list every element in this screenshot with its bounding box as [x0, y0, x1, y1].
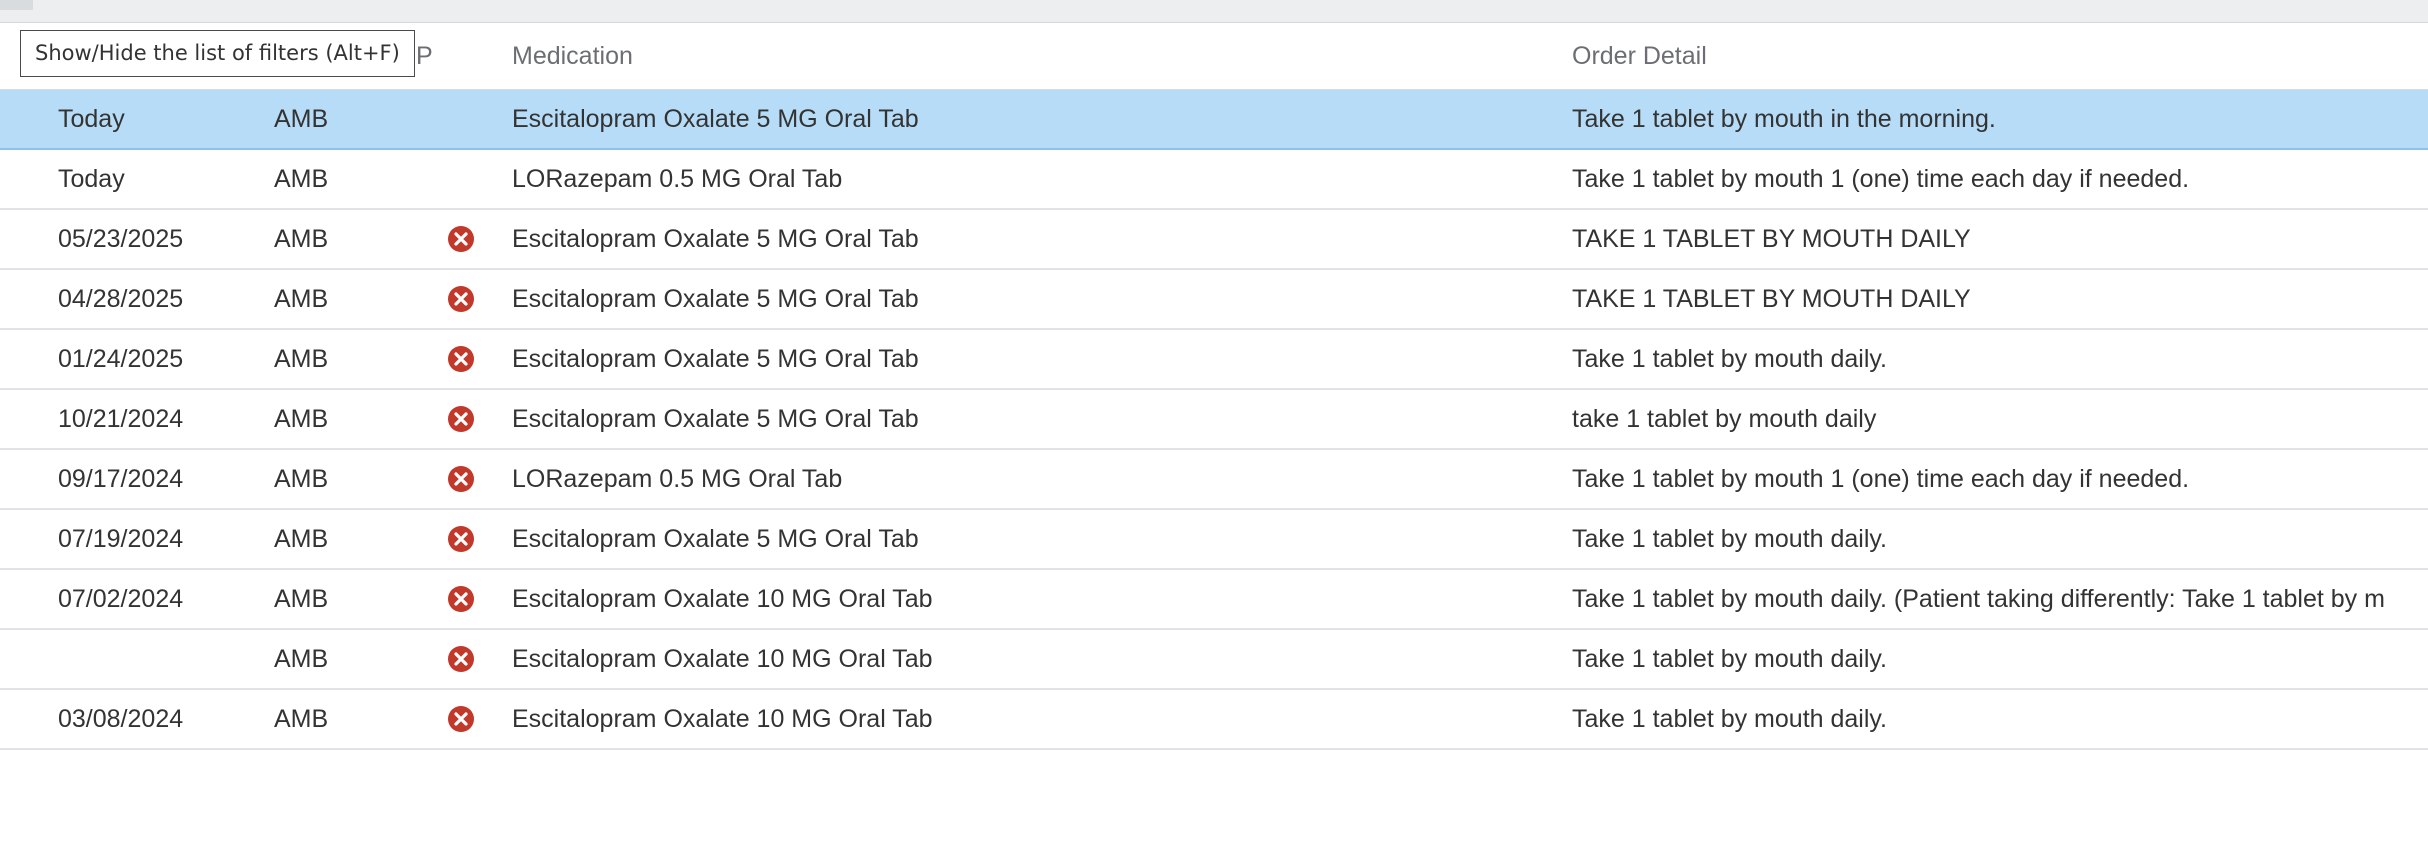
row-medication: LORazepam 0.5 MG Oral Tab	[512, 465, 843, 493]
table-row[interactable]: 09/17/2024 AMB LORazepam 0.5 MG Oral Tab Ta…	[0, 450, 2428, 510]
table-row[interactable]: 07/19/2024 AMB Escitalopram Oxalate 5 MG O…	[0, 510, 2428, 570]
row-order-type: AMB	[274, 525, 329, 553]
row-date: 03/08/2024	[58, 705, 184, 733]
row-medication: Escitalopram Oxalate 5 MG Oral Tab	[512, 345, 919, 373]
row-order-detail: Take 1 tablet by mouth daily.	[1572, 345, 1887, 373]
row-medication: Escitalopram Oxalate 5 MG Oral Tab	[512, 525, 919, 553]
row-date: 10/21/2024	[58, 405, 184, 433]
row-medication: Escitalopram Oxalate 10 MG Oral Tab	[512, 645, 933, 673]
row-date: 07/02/2024	[58, 585, 184, 613]
row-medication: Escitalopram Oxalate 5 MG Oral Tab	[512, 105, 919, 133]
row-order-type: AMB	[274, 165, 329, 193]
row-date: 01/24/2025	[58, 345, 184, 373]
column-header-p[interactable]: P	[416, 23, 433, 89]
row-order-type: AMB	[274, 105, 329, 133]
filters-tooltip: Show/Hide the list of filters (Alt+F)	[20, 30, 415, 77]
row-order-type: AMB	[274, 585, 329, 613]
row-order-detail: Take 1 tablet by mouth daily. (Patient t…	[1572, 585, 2385, 613]
toolbar-tab[interactable]	[0, 0, 33, 10]
row-date: Today	[58, 105, 125, 133]
row-order-type: AMB	[274, 285, 329, 313]
top-toolbar	[0, 0, 2428, 23]
row-date: 09/17/2024	[58, 465, 184, 493]
row-order-type: AMB	[274, 345, 329, 373]
row-medication: Escitalopram Oxalate 5 MG Oral Tab	[512, 285, 919, 313]
table-row[interactable]: Today AMB Escitalopram Oxalate 5 MG Oral T…	[0, 90, 2428, 150]
row-medication: Escitalopram Oxalate 10 MG Oral Tab	[512, 705, 933, 733]
row-order-detail: Take 1 tablet by mouth daily.	[1572, 645, 1887, 673]
table-row[interactable]: 03/08/2024 AMB Escitalopram Oxalate 10 MG …	[0, 690, 2428, 750]
row-order-type: AMB	[274, 705, 329, 733]
row-order-detail: take 1 tablet by mouth daily	[1572, 405, 1877, 433]
row-order-detail: Take 1 tablet by mouth 1 (one) time each…	[1572, 465, 2190, 493]
row-order-detail: Take 1 tablet by mouth daily.	[1572, 705, 1887, 733]
row-date: 04/28/2025	[58, 285, 184, 313]
row-order-type: AMB	[274, 465, 329, 493]
medication-table-body: Today AMB Escitalopram Oxalate 5 MG Oral T…	[0, 90, 2428, 750]
row-order-detail: Take 1 tablet by mouth in the morning.	[1572, 105, 1996, 133]
table-row[interactable]: 10/21/2024 AMB Escitalopram Oxalate 5 MG O…	[0, 390, 2428, 450]
row-order-type: AMB	[274, 225, 329, 253]
row-order-detail: TAKE 1 TABLET BY MOUTH DAILY	[1572, 285, 1971, 313]
row-medication: Escitalopram Oxalate 5 MG Oral Tab	[512, 225, 919, 253]
row-medication: LORazepam 0.5 MG Oral Tab	[512, 165, 843, 193]
row-date: 07/19/2024	[58, 525, 184, 553]
row-date: 05/23/2025	[58, 225, 184, 253]
row-medication: Escitalopram Oxalate 5 MG Oral Tab	[512, 405, 919, 433]
table-row[interactable]: 05/23/2025 AMB Escitalopram Oxalate 5 MG O…	[0, 210, 2428, 270]
table-row[interactable]: Today AMB LORazepam 0.5 MG Oral Tab Take 1 …	[0, 150, 2428, 210]
row-date: Today	[58, 165, 125, 193]
row-order-detail: TAKE 1 TABLET BY MOUTH DAILY	[1572, 225, 1971, 253]
table-row[interactable]: 01/24/2025 AMB Escitalopram Oxalate 5 MG O…	[0, 330, 2428, 390]
table-row[interactable]: AMB Escitalopram Oxalate 10 MG Oral Tab Ta…	[0, 630, 2428, 690]
row-medication: Escitalopram Oxalate 10 MG Oral Tab	[512, 585, 933, 613]
table-row[interactable]: 04/28/2025 AMB Escitalopram Oxalate 5 MG O…	[0, 270, 2428, 330]
column-header-medication[interactable]: Medication	[512, 23, 633, 89]
row-order-type: AMB	[274, 645, 329, 673]
row-order-detail: Take 1 tablet by mouth daily.	[1572, 525, 1887, 553]
row-order-type: AMB	[274, 405, 329, 433]
row-order-detail: Take 1 tablet by mouth 1 (one) time each…	[1572, 165, 2190, 193]
table-row[interactable]: 07/02/2024 AMB Escitalopram Oxalate 10 MG …	[0, 570, 2428, 630]
column-header-order-detail[interactable]: Order Detail	[1572, 23, 1707, 89]
